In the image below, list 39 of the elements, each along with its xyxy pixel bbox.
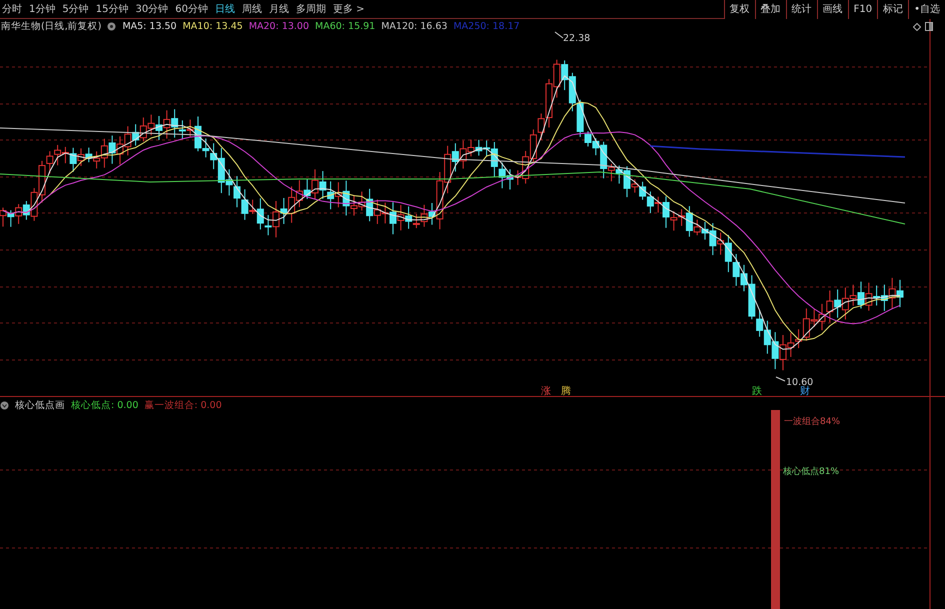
indicator-name: 核心低点画 bbox=[15, 399, 65, 412]
ma-legend: MA10: 13.45 bbox=[182, 21, 243, 32]
toolbar-button[interactable]: 复权 bbox=[724, 0, 755, 18]
toolbar-button[interactable]: 画线 bbox=[816, 0, 848, 18]
period-tab[interactable]: 30分钟 bbox=[135, 2, 168, 16]
period-tab[interactable]: 月线 bbox=[268, 2, 289, 16]
period-tab[interactable]: 60分钟 bbox=[175, 2, 208, 16]
stock-title: 南华生物(日线,前复权) bbox=[1, 20, 102, 33]
period-tab[interactable]: 日线 bbox=[214, 2, 235, 16]
signal-marker: 跌 bbox=[752, 384, 762, 398]
bar-label: 核心低点81% bbox=[783, 466, 840, 478]
price-label: 22.38 bbox=[554, 32, 590, 44]
indicator-value: 赢一波组合: 0.00 bbox=[144, 399, 222, 412]
indicator-value: 核心低点: 0.00 bbox=[71, 399, 138, 412]
toolbar-button[interactable]: •自选 bbox=[908, 0, 945, 18]
panel-icon[interactable] bbox=[925, 22, 933, 31]
period-tab[interactable]: 多周期 bbox=[296, 2, 326, 16]
bar-label: 一波组合84% bbox=[784, 416, 840, 428]
settings-icon[interactable] bbox=[107, 22, 116, 31]
signal-marker: 涨 bbox=[541, 384, 551, 398]
signal-marker: 财 bbox=[800, 386, 810, 398]
period-tab[interactable]: 15分钟 bbox=[96, 2, 128, 16]
ma-legend: MA120: 16.63 bbox=[381, 21, 448, 32]
toolbar-button[interactable]: 叠加 bbox=[754, 0, 786, 18]
signal-marker: 腾 bbox=[561, 384, 571, 398]
period-tab[interactable]: 周线 bbox=[242, 2, 262, 16]
period-tab[interactable]: 1分钟 bbox=[29, 2, 56, 16]
toolbar-button[interactable]: 标记 bbox=[877, 0, 908, 18]
ma-legend: MA250: 18.17 bbox=[453, 21, 520, 32]
ma-legend: MA5: 13.50 bbox=[122, 21, 177, 32]
toolbar-button[interactable]: F10 bbox=[848, 0, 878, 18]
settings-icon[interactable] bbox=[0, 401, 9, 410]
ma-legend: MA20: 13.00 bbox=[248, 21, 310, 32]
period-tab[interactable]: 更多 > bbox=[332, 2, 365, 16]
toolbar-button[interactable]: 统计 bbox=[786, 0, 817, 18]
period-tab[interactable]: 分时 bbox=[2, 2, 22, 16]
ma-legend: MA60: 15.91 bbox=[315, 21, 376, 32]
diamond-icon[interactable] bbox=[913, 23, 921, 31]
period-tab[interactable]: 5分钟 bbox=[62, 2, 89, 16]
